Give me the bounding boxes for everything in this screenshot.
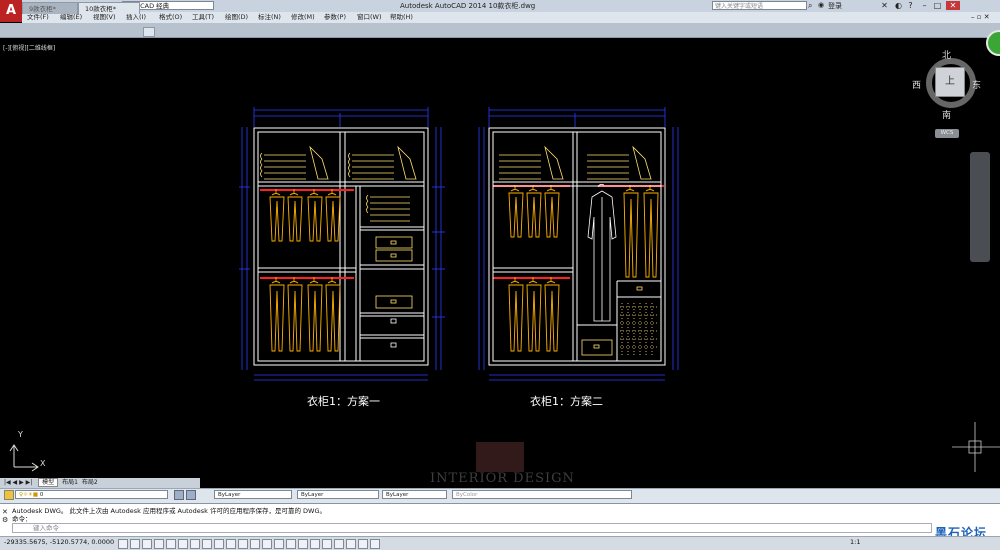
coordinate-readout[interactable]: -29335.5675, -5120.5774, 0.0000 [4, 538, 114, 546]
login-button[interactable]: 登录 [828, 1, 842, 11]
menu-item[interactable]: 工具(T) [192, 12, 214, 23]
dyn-icon[interactable] [226, 539, 236, 549]
view-cube[interactable]: 上 北 南 东 西 [912, 51, 986, 121]
layer-previous-icon[interactable] [186, 490, 196, 500]
showmotion-icon[interactable] [370, 539, 380, 549]
sc-icon[interactable] [274, 539, 284, 549]
zoom-icon[interactable] [346, 539, 356, 549]
drawers-left [390, 318, 397, 348]
compass-east[interactable]: 东 [972, 78, 981, 91]
ucs-x-label: X [40, 459, 46, 468]
color-select[interactable]: ByLayer [214, 490, 292, 499]
ucs-y-label: Y [18, 430, 23, 439]
polar-icon[interactable] [166, 539, 176, 549]
layout-nav-arrows[interactable]: |◀ ◀ ▶ ▶| [4, 479, 32, 486]
lineweight-select[interactable]: ByLayer [382, 490, 447, 499]
new-tab-icon[interactable] [143, 27, 155, 37]
grid-icon[interactable] [142, 539, 152, 549]
command-close-icon[interactable]: ✕ [2, 508, 8, 516]
caption-scheme-two: 衣柜1：方案二 [530, 395, 603, 408]
close-icon[interactable]: ✕ [946, 1, 960, 10]
menu-item[interactable]: 窗口(W) [357, 12, 382, 23]
dimensions-right [478, 107, 679, 381]
tab-layout1[interactable]: 布局1 [62, 479, 78, 486]
caption-scheme-one: 衣柜1：方案一 [307, 395, 380, 408]
compass-west[interactable]: 西 [912, 78, 921, 91]
layer-name: 0 [39, 492, 44, 498]
watermark-interior-design: INTERIOR DESIGN [430, 471, 575, 486]
command-history-line1: Autodesk DWG。 此文件上次由 Autodesk 应用程序或 Auto… [12, 507, 327, 515]
layer-manager-icon[interactable] [4, 490, 14, 500]
drawing-canvas[interactable] [0, 37, 1000, 477]
ortho-icon[interactable] [154, 539, 164, 549]
help-icon[interactable]: ? [906, 1, 915, 10]
dimensions-left [239, 107, 445, 381]
crosshair-cursor [952, 422, 1000, 472]
exchange-icon[interactable]: ✕ [880, 1, 889, 10]
interior-design-logo [476, 442, 524, 472]
search-input[interactable]: 键入关键字或短语 [712, 1, 807, 10]
command-settings-icon[interactable]: ⚙ [2, 516, 8, 524]
infer-icon[interactable] [118, 539, 128, 549]
menu-item[interactable]: 格式(O) [159, 12, 182, 23]
drawers-right [499, 145, 658, 356]
compass-south[interactable]: 南 [942, 108, 951, 121]
menu-item[interactable]: 标注(N) [258, 12, 281, 23]
pan-icon[interactable] [334, 539, 344, 549]
steeringwheel-icon[interactable] [358, 539, 368, 549]
navigation-bar[interactable] [970, 152, 990, 262]
snap-icon[interactable] [130, 539, 140, 549]
make-current-layer-icon[interactable] [174, 490, 184, 500]
cube-face-top[interactable]: 上 [935, 67, 965, 97]
tab-10-wardrobe[interactable]: 10款衣柜* [78, 2, 140, 14]
a360-icon[interactable]: ◐ [894, 1, 903, 10]
window-title: Autodesk AutoCAD 2014 10款衣柜.dwg [400, 2, 536, 10]
wardrobe-scheme-two [488, 127, 666, 366]
menu-item[interactable]: 修改(M) [291, 12, 315, 23]
application-menu-button[interactable]: A [0, 0, 22, 22]
tab-layout2[interactable]: 布局2 [82, 479, 98, 486]
layer-state-icons: ♀☼☀■ [19, 492, 40, 498]
search-icon[interactable]: ⌕ [808, 1, 817, 10]
compass-north[interactable]: 北 [942, 48, 951, 61]
user-icon[interactable]: ◉ [818, 1, 827, 10]
long-coat [587, 183, 617, 322]
linetype-select[interactable]: ByLayer [297, 490, 379, 499]
am-icon[interactable] [286, 539, 296, 549]
maximize-icon[interactable]: □ [933, 1, 942, 10]
doc-window-controls[interactable]: – ▫ ✕ [971, 13, 990, 21]
3dosnap-icon[interactable] [190, 539, 200, 549]
ucs-icon [9, 444, 39, 472]
command-input[interactable]: 键入命令 [12, 523, 932, 533]
tab-9-wardrobe[interactable]: 9款衣柜* [22, 2, 78, 14]
command-history-line2: 命令： [12, 515, 32, 523]
ducs-icon[interactable] [214, 539, 224, 549]
plotstyle-select[interactable]: ByColor [452, 490, 632, 499]
layout-tabs: |◀ ◀ ▶ ▶| 模型 布局1 布局2 [0, 478, 200, 488]
menu-item[interactable]: 帮助(H) [390, 12, 413, 23]
quickview-drawings-icon[interactable] [322, 539, 332, 549]
wcs-menu[interactable]: WCS [935, 129, 959, 138]
lwt-icon[interactable] [238, 539, 248, 549]
quickview-layouts-icon[interactable] [310, 539, 320, 549]
menu-item[interactable]: 参数(P) [324, 12, 346, 23]
model-icon[interactable] [298, 539, 308, 549]
layer-select[interactable]: ♀☼☀■ 0 [15, 490, 168, 499]
otrack-icon[interactable] [202, 539, 212, 549]
tab-model[interactable]: 模型 [38, 478, 59, 487]
osnap-icon[interactable] [178, 539, 188, 549]
minimize-icon[interactable]: – [920, 1, 929, 10]
menu-item[interactable]: 绘图(D) [225, 12, 248, 23]
annotation-scale[interactable]: 1:1 [850, 538, 860, 546]
tpy-icon[interactable] [250, 539, 260, 549]
qp-icon[interactable] [262, 539, 272, 549]
